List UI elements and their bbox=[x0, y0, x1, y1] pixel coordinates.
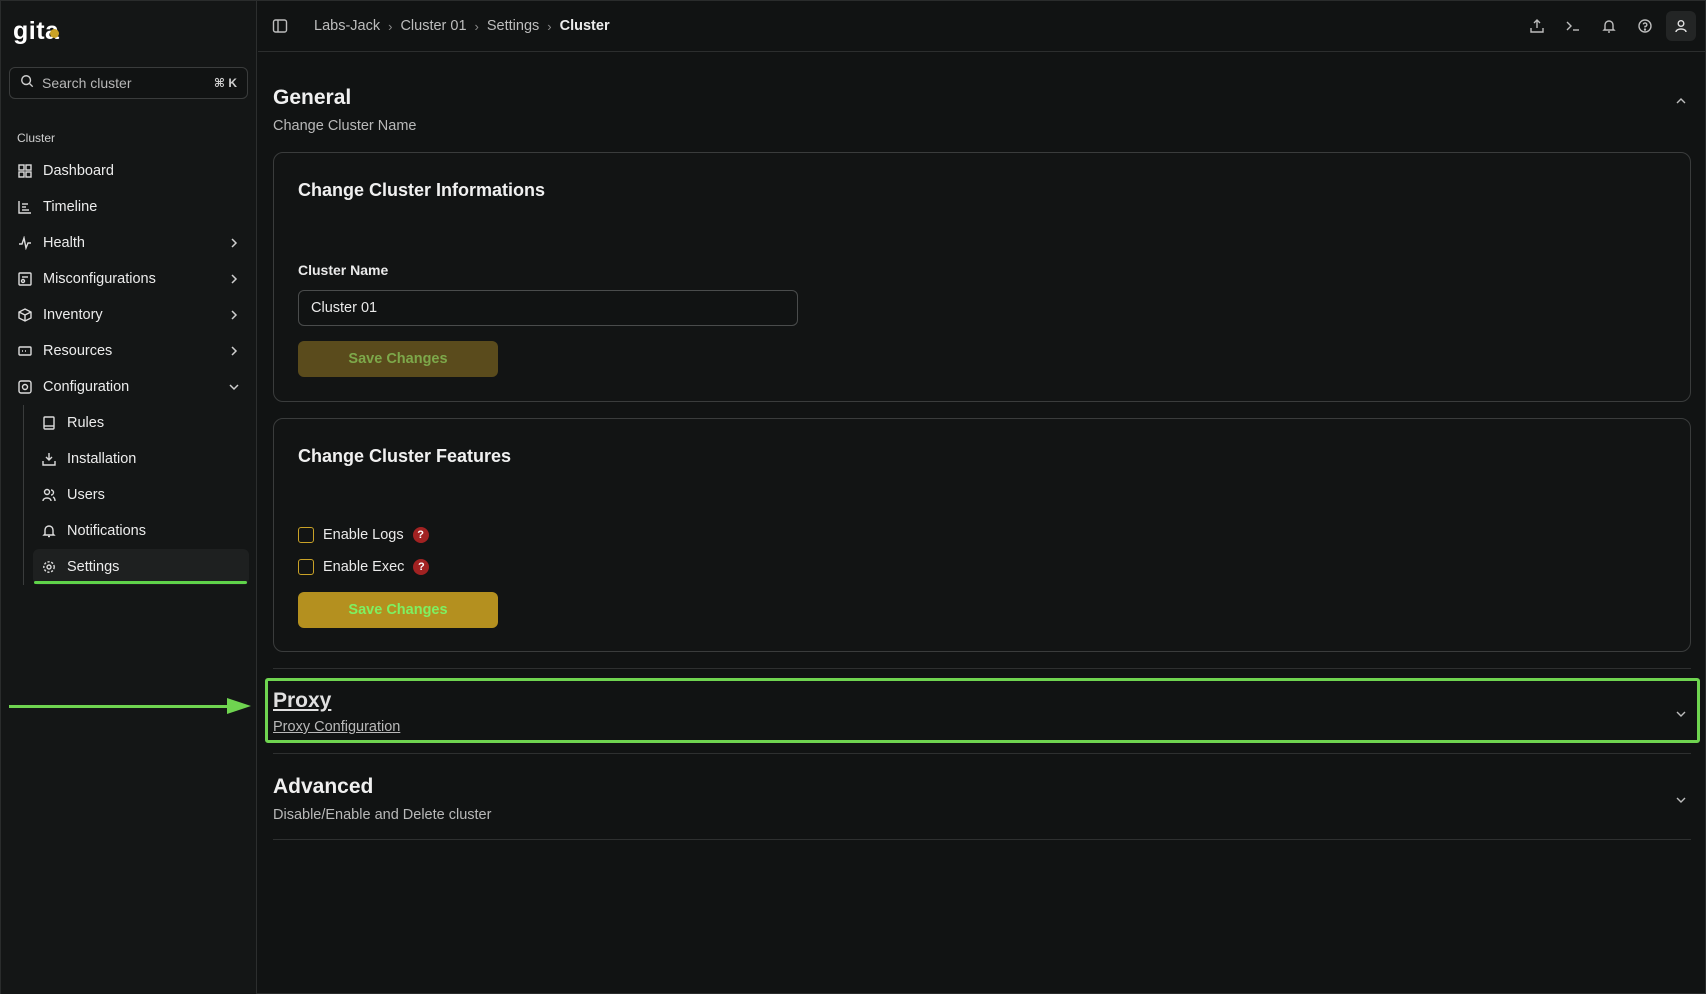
box-icon bbox=[17, 307, 33, 323]
chevron-right-icon bbox=[227, 272, 241, 286]
general-accordion-header[interactable]: General Change Cluster Name bbox=[273, 86, 1693, 134]
chevron-down-icon[interactable] bbox=[1675, 793, 1689, 807]
sidebar: gita Search cluster ⌘ K Cluster Dashboar… bbox=[1, 1, 257, 994]
save-cluster-features-button[interactable]: Save Changes bbox=[298, 592, 498, 628]
chevron-right-icon: › bbox=[474, 18, 479, 34]
breadcrumb-item-workspace[interactable]: Labs-Jack bbox=[314, 18, 380, 34]
enable-logs-option: Enable Logs ? bbox=[298, 527, 429, 543]
breadcrumb-item-settings[interactable]: Settings bbox=[487, 18, 539, 34]
cluster-info-title: Change Cluster Informations bbox=[298, 180, 546, 200]
search-shortcut: ⌘ K bbox=[213, 76, 237, 90]
timeline-icon bbox=[17, 199, 33, 215]
sidebar-item-health[interactable]: Health bbox=[9, 225, 249, 261]
enable-exec-label[interactable]: Enable Exec bbox=[323, 559, 404, 575]
sidebar-toggle-icon[interactable] bbox=[272, 18, 288, 34]
bell-icon bbox=[41, 523, 57, 539]
misconfig-icon bbox=[17, 271, 33, 287]
chevron-up-icon[interactable] bbox=[1675, 94, 1689, 108]
general-subtitle: Change Cluster Name bbox=[273, 118, 417, 134]
app-window: gita Search cluster ⌘ K Cluster Dashboar… bbox=[0, 0, 1706, 994]
sidebar-item-resources[interactable]: Resources bbox=[9, 333, 249, 369]
sidebar-item-rules[interactable]: Rules bbox=[33, 405, 249, 441]
bell-icon[interactable] bbox=[1594, 11, 1624, 41]
sidebar-item-configuration[interactable]: Configuration bbox=[9, 369, 249, 405]
save-cluster-name-button[interactable]: Save Changes bbox=[298, 341, 498, 377]
section-divider bbox=[273, 753, 1691, 754]
advanced-title: Advanced bbox=[273, 775, 374, 798]
sidebar-item-users[interactable]: Users bbox=[33, 477, 249, 513]
proxy-section[interactable]: Proxy Proxy Configuration bbox=[273, 689, 1693, 735]
cluster-features-title: Change Cluster Features bbox=[298, 446, 512, 466]
grid-icon bbox=[17, 163, 33, 179]
resources-icon bbox=[17, 343, 33, 359]
section-label: Cluster bbox=[17, 131, 56, 145]
cluster-info-card: Change Cluster Informations Cluster Name… bbox=[273, 152, 1691, 402]
chevron-right-icon: › bbox=[388, 18, 393, 34]
sidebar-item-settings[interactable]: Settings bbox=[33, 549, 249, 585]
help-icon[interactable]: ? bbox=[412, 527, 429, 543]
annotation-arrow-head bbox=[227, 698, 251, 714]
users-icon bbox=[41, 487, 57, 503]
annotation-arrow bbox=[9, 705, 229, 708]
cluster-name-label: Cluster Name bbox=[298, 262, 389, 278]
help-icon[interactable]: ? bbox=[413, 559, 430, 575]
chevron-right-icon bbox=[227, 344, 241, 358]
upload-icon[interactable] bbox=[1522, 11, 1552, 41]
proxy-subtitle[interactable]: Proxy Configuration bbox=[273, 719, 1693, 735]
configuration-icon bbox=[17, 379, 33, 395]
terminal-icon[interactable] bbox=[1558, 11, 1588, 41]
search-placeholder: Search cluster bbox=[42, 75, 132, 91]
cluster-features-card: Change Cluster Features Enable Logs ? En… bbox=[273, 418, 1691, 652]
sidebar-item-dashboard[interactable]: Dashboard bbox=[9, 153, 249, 189]
advanced-subtitle: Disable/Enable and Delete cluster bbox=[273, 807, 492, 823]
cluster-name-input[interactable]: Cluster 01 bbox=[298, 290, 798, 326]
pulse-icon bbox=[17, 235, 33, 251]
enable-logs-label[interactable]: Enable Logs bbox=[323, 527, 404, 543]
sidebar-item-timeline[interactable]: Timeline bbox=[9, 189, 249, 225]
proxy-title[interactable]: Proxy bbox=[273, 689, 1693, 713]
breadcrumb-item-cluster[interactable]: Cluster 01 bbox=[400, 18, 466, 34]
enable-exec-option: Enable Exec ? bbox=[298, 559, 430, 575]
sidebar-item-notifications[interactable]: Notifications bbox=[33, 513, 249, 549]
configuration-submenu: Rules Installation Users Notifications S… bbox=[23, 405, 249, 585]
chevron-right-icon bbox=[227, 308, 241, 322]
enable-logs-checkbox[interactable] bbox=[298, 527, 314, 543]
general-section: General Change Cluster Name Change Clust… bbox=[273, 86, 1693, 669]
general-title: General bbox=[273, 86, 352, 109]
sidebar-item-misconfigurations[interactable]: Misconfigurations bbox=[9, 261, 249, 297]
breadcrumb-item-current: Cluster bbox=[559, 18, 610, 34]
sidebar-item-installation[interactable]: Installation bbox=[33, 441, 249, 477]
search-input[interactable]: Search cluster ⌘ K bbox=[9, 67, 248, 99]
top-header: Labs-Jack › Cluster 01 › Settings › Clus… bbox=[258, 1, 1706, 52]
chevron-down-icon bbox=[227, 380, 241, 394]
section-divider bbox=[273, 668, 1691, 669]
advanced-section[interactable]: Advanced Disable/Enable and Delete clust… bbox=[273, 775, 1693, 823]
sidebar-item-inventory[interactable]: Inventory bbox=[9, 297, 249, 333]
chevron-down-icon[interactable] bbox=[1675, 707, 1689, 721]
sidebar-nav: Dashboard Timeline Health Misconfigurati… bbox=[9, 153, 249, 585]
header-actions bbox=[1522, 11, 1696, 41]
section-divider bbox=[273, 839, 1691, 840]
breadcrumb: Labs-Jack › Cluster 01 › Settings › Clus… bbox=[314, 18, 610, 34]
chevron-right-icon: › bbox=[547, 18, 552, 34]
book-icon bbox=[41, 415, 57, 431]
search-icon bbox=[20, 74, 34, 93]
active-indicator bbox=[34, 581, 247, 584]
user-profile-icon[interactable] bbox=[1666, 11, 1696, 41]
chevron-right-icon bbox=[227, 236, 241, 250]
logo[interactable]: gita bbox=[13, 17, 60, 46]
install-icon bbox=[41, 451, 57, 467]
enable-exec-checkbox[interactable] bbox=[298, 559, 314, 575]
help-icon[interactable] bbox=[1630, 11, 1660, 41]
gear-icon bbox=[41, 559, 57, 575]
